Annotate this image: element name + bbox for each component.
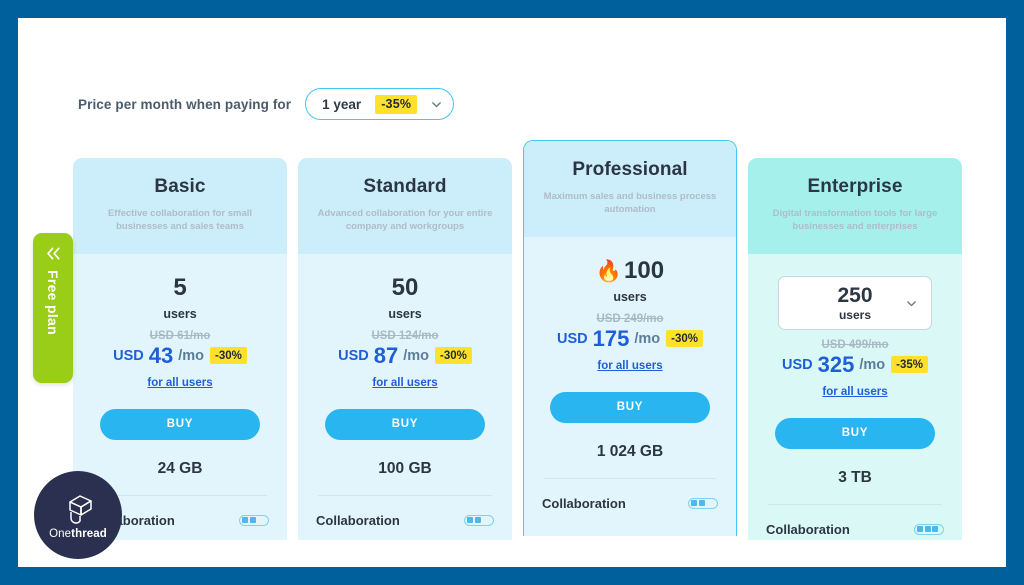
feature-level-indicator <box>914 523 944 535</box>
price-amount: 43 <box>148 342 174 368</box>
divider <box>318 494 492 496</box>
buy-button[interactable]: BUY <box>550 391 710 423</box>
divider <box>768 503 942 505</box>
storage-amount: 1 024 GB <box>596 442 664 460</box>
feature-level-indicator <box>239 514 269 526</box>
feature-name: Collaboration <box>542 495 626 511</box>
divider <box>93 494 267 496</box>
price-row: USD 43/mo -30% <box>89 342 271 368</box>
old-price: USD 124/mo <box>371 329 439 342</box>
free-plan-tab[interactable]: Free plan <box>33 233 73 383</box>
price-row: USD 87/mo -30% <box>314 342 496 368</box>
card-body: 250 users USD 499/mo USD 325/mo -35% for all u… <box>748 253 962 540</box>
double-chevron-left-icon <box>45 245 62 262</box>
seat-count-select[interactable]: 250 users <box>778 275 932 330</box>
card-body: 50 users USD 124/mo USD 87/mo -30% for all use… <box>298 253 512 540</box>
seat-count-label: users <box>613 289 647 304</box>
plan-name: Standard <box>363 176 447 197</box>
seat-count-label: users <box>163 306 197 321</box>
old-price: USD 61/mo <box>149 329 211 342</box>
price-currency: USD <box>782 356 813 373</box>
plan-name: Professional <box>572 159 688 180</box>
plan-description: Effective collaboration for small busine… <box>107 208 253 233</box>
buy-button[interactable]: BUY <box>325 408 485 440</box>
for-all-users-link[interactable]: for all users <box>372 377 437 389</box>
billing-period-label: Price per month when paying for <box>78 96 292 112</box>
price-discount-badge: -30% <box>666 330 703 348</box>
pricing-cards: Basic Effective collaboration for small b… <box>73 140 993 540</box>
old-price: USD 499/mo <box>821 338 889 351</box>
storage-amount: 100 GB <box>378 459 432 477</box>
onethread-logo: Onethread <box>34 471 122 559</box>
feature-row: Collaboration <box>764 522 946 537</box>
seat-count-value: 250 <box>837 283 873 307</box>
feature-level-indicator <box>688 497 718 509</box>
buy-button[interactable]: BUY <box>775 417 935 449</box>
pricing-card-professional: Professional Maximum sales and business p… <box>523 140 737 536</box>
plan-name: Basic <box>154 176 206 197</box>
seat-count-label: users <box>838 308 871 323</box>
buy-button[interactable]: BUY <box>100 408 260 440</box>
seat-count: 50 <box>391 273 419 301</box>
price-amount: 325 <box>817 351 855 377</box>
seat-count: 5 <box>173 273 187 301</box>
price-row: USD 325/mo -35% <box>764 351 946 377</box>
price-currency: USD <box>113 347 144 364</box>
plan-description: Maximum sales and business process autom… <box>543 191 717 216</box>
old-price: USD 249/mo <box>596 312 664 325</box>
price-discount-badge: -30% <box>210 347 247 365</box>
card-header: Basic Effective collaboration for small b… <box>73 158 287 254</box>
seat-count-label: users <box>388 306 422 321</box>
billing-period-value: 1 year <box>322 96 362 112</box>
feature-name: Collaboration <box>316 512 400 528</box>
feature-name: Collaboration <box>766 521 850 537</box>
plan-name: Enterprise <box>807 176 903 197</box>
storage-amount: 24 GB <box>157 459 203 477</box>
for-all-users-link[interactable]: for all users <box>597 360 662 372</box>
card-header: Standard Advanced collaboration for your … <box>298 158 512 254</box>
chevron-down-icon <box>906 298 917 309</box>
plan-description: Advanced collaboration for your entire c… <box>317 208 493 233</box>
free-plan-tab-label: Free plan <box>45 270 61 335</box>
feature-row: Collaboration <box>540 496 720 511</box>
for-all-users-link[interactable]: for all users <box>822 386 887 398</box>
pricing-card-enterprise: Enterprise Digital transformation tools f… <box>748 158 962 540</box>
card-header: Enterprise Digital transformation tools f… <box>748 158 962 254</box>
price-discount-badge: -30% <box>435 347 472 365</box>
onethread-wordmark: Onethread <box>49 528 107 540</box>
price-period: /mo <box>178 347 205 364</box>
onethread-spool-icon <box>58 490 98 530</box>
price-currency: USD <box>557 330 588 347</box>
price-discount-badge: -35% <box>891 356 928 374</box>
seat-count: 🔥100 <box>595 256 665 284</box>
pricing-page: Price per month when paying for 1 year -… <box>18 18 1006 567</box>
storage-amount: 3 TB <box>838 468 872 486</box>
pricing-card-standard: Standard Advanced collaboration for your … <box>298 158 512 540</box>
card-header: Professional Maximum sales and business p… <box>524 141 736 237</box>
price-currency: USD <box>338 347 369 364</box>
plan-description: Digital transformation tools for large b… <box>772 208 938 233</box>
for-all-users-link[interactable]: for all users <box>147 377 212 389</box>
billing-period-select[interactable]: 1 year -35% <box>305 88 455 120</box>
price-period: /mo <box>859 356 886 373</box>
price-period: /mo <box>403 347 430 364</box>
billing-period-discount-badge: -35% <box>375 94 418 114</box>
flame-icon: 🔥 <box>595 259 623 283</box>
billing-period-control: Price per month when paying for 1 year -… <box>78 88 455 120</box>
chevron-down-icon <box>431 99 442 110</box>
card-body: 🔥100 users USD 249/mo USD 175/mo -30% for all … <box>524 236 736 536</box>
feature-row: Collaboration <box>314 513 496 528</box>
price-amount: 87 <box>373 342 399 368</box>
price-amount: 175 <box>592 325 630 351</box>
divider <box>544 477 716 479</box>
price-period: /mo <box>634 330 661 347</box>
price-row: USD 175/mo -30% <box>540 325 720 351</box>
feature-level-indicator <box>464 514 494 526</box>
